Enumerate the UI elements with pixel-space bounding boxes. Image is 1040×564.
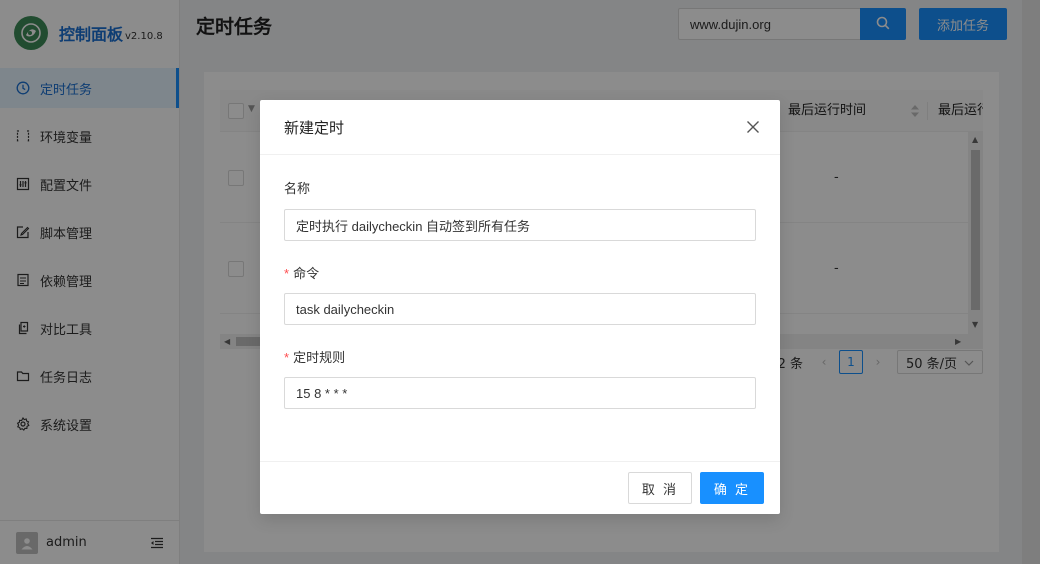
command-input[interactable] — [284, 293, 756, 325]
name-label-text: 名称 — [284, 182, 311, 197]
confirm-button[interactable]: 确 定 — [700, 472, 764, 504]
schedule-label-text: 定时规则 — [293, 351, 346, 366]
new-cron-modal: 新建定时 名称 *命令 *定时规则 取 消 确 定 — [260, 100, 780, 514]
modal-body: 名称 *命令 *定时规则 — [260, 155, 780, 409]
name-label: 名称 — [284, 179, 756, 201]
schedule-label: * 定时规则 — [284, 347, 756, 369]
command-label: * 命令 — [284, 263, 756, 285]
form-item-schedule: * 定时规则 — [284, 347, 756, 409]
form-item-name: 名称 — [284, 179, 756, 241]
modal-footer: 取 消 确 定 — [260, 461, 780, 514]
modal-title: 新建定时 — [284, 118, 345, 137]
modal-header: 新建定时 — [260, 100, 780, 155]
schedule-input[interactable] — [284, 377, 756, 409]
command-label-text: 命令 — [293, 267, 320, 282]
cancel-button[interactable]: 取 消 — [628, 472, 692, 504]
form-item-command: * 命令 — [284, 263, 756, 325]
required-mark: * — [284, 350, 290, 365]
required-mark: * — [284, 266, 290, 281]
close-icon[interactable] — [744, 118, 762, 136]
name-input[interactable] — [284, 209, 756, 241]
